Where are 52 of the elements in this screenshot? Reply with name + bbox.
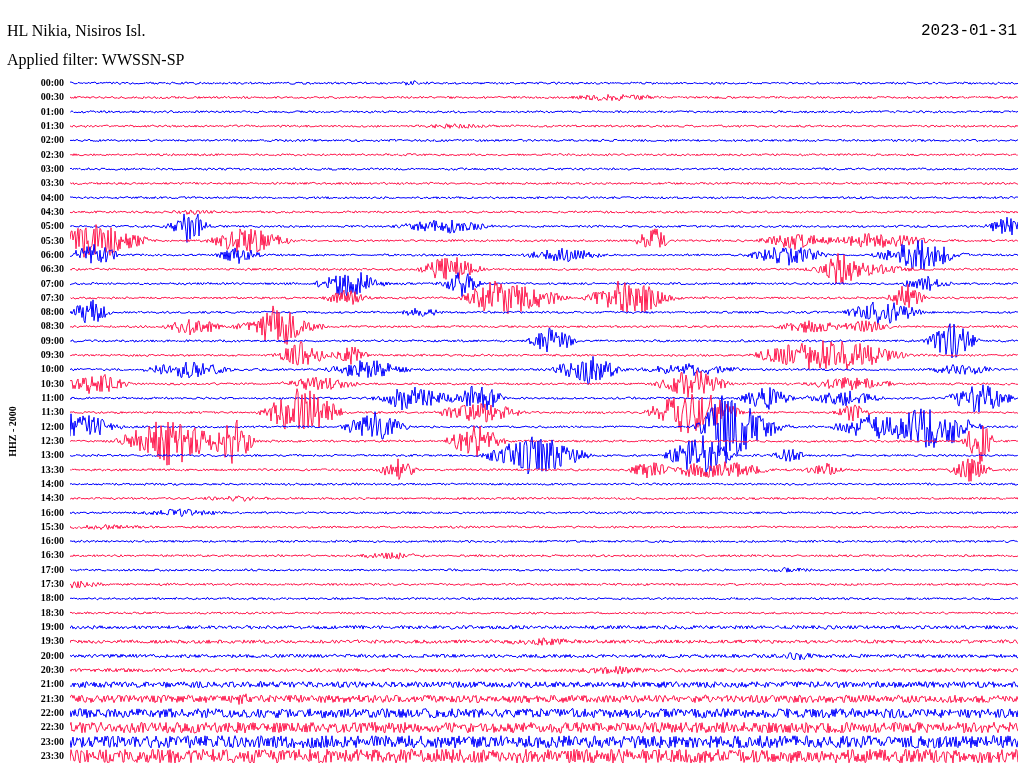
time-label: 16:00: [40, 536, 64, 547]
time-label: 08:30: [40, 321, 64, 332]
time-label: 05:30: [40, 235, 64, 246]
station-title: HL Nikia, Nisiros Isl.: [7, 21, 146, 41]
time-label: 06:30: [40, 264, 64, 275]
time-label: 10:00: [40, 364, 64, 375]
time-label: 01:00: [40, 106, 64, 117]
time-label: 20:30: [40, 664, 64, 675]
filter-label: Applied filter: WWSSN-SP: [7, 50, 185, 71]
time-label: 11:30: [41, 407, 64, 418]
time-label: 22:00: [40, 707, 64, 718]
time-label: 23:30: [40, 750, 64, 761]
time-label: 02:00: [40, 135, 64, 146]
axis-label: HHZ - 2000: [5, 406, 19, 457]
time-label: 18:00: [40, 593, 64, 604]
time-label: 00:00: [40, 78, 64, 89]
time-label: 14:00: [40, 478, 64, 489]
time-label: 04:00: [40, 192, 64, 203]
time-label: 02:30: [40, 149, 64, 160]
time-label: 10:30: [40, 378, 64, 389]
time-label: 15:30: [40, 521, 64, 532]
time-label: 17:30: [40, 579, 64, 590]
time-label: 01:30: [40, 121, 64, 132]
time-label: 13:30: [40, 464, 64, 475]
time-label: 08:00: [40, 307, 64, 318]
time-label: 12:00: [40, 421, 64, 432]
time-label: 22:30: [40, 722, 64, 733]
date-label: 2023-01-31: [921, 21, 1017, 42]
time-label: 23:00: [40, 736, 64, 747]
time-label: 03:30: [40, 178, 64, 189]
time-label: 07:00: [40, 278, 64, 289]
time-label: 05:00: [40, 221, 64, 232]
time-label: 07:30: [40, 292, 64, 303]
time-label: 16:30: [40, 550, 64, 561]
time-label: 09:30: [40, 350, 64, 361]
time-label: 19:30: [40, 636, 64, 647]
time-label: 09:00: [40, 335, 64, 346]
time-label: 20:00: [40, 650, 64, 661]
time-label: 06:00: [40, 249, 64, 260]
time-label: 13:00: [40, 450, 64, 461]
time-label: 04:30: [40, 206, 64, 217]
time-label: 11:00: [41, 393, 64, 404]
time-label: 16:00: [40, 507, 64, 518]
time-label: 12:30: [40, 435, 64, 446]
time-label: 21:00: [40, 679, 64, 690]
time-label: 19:00: [40, 622, 64, 633]
time-label: 18:30: [40, 607, 64, 618]
time-label: 00:30: [40, 92, 64, 103]
time-label: 03:00: [40, 164, 64, 175]
time-label: 21:30: [40, 693, 64, 704]
time-label: 14:30: [40, 493, 64, 504]
time-label: 17:00: [40, 564, 64, 575]
